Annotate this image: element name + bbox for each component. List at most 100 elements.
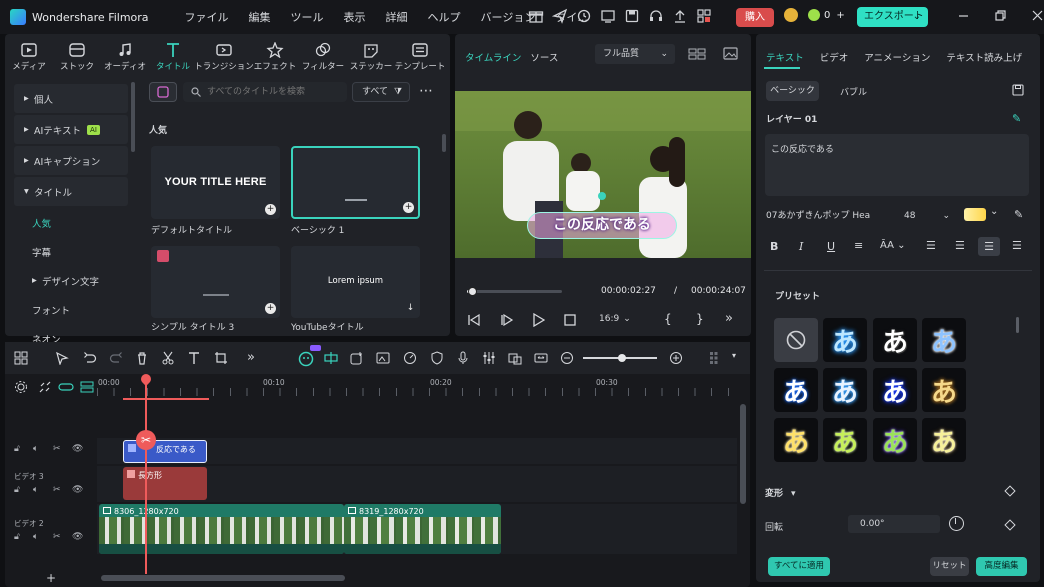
upload-icon[interactable]	[672, 8, 688, 24]
playback-progress[interactable]	[467, 287, 562, 296]
underline-icon[interactable]: U	[827, 240, 835, 253]
mute-link-icon[interactable]: ✂︎	[53, 532, 61, 542]
tab-filter[interactable]: フィルター	[299, 34, 347, 72]
volume-icon[interactable]: 🔈︎	[33, 485, 38, 495]
redo-icon[interactable]	[109, 351, 123, 365]
image-edit-icon[interactable]	[376, 351, 390, 365]
ai-face-icon[interactable]	[298, 351, 314, 367]
screen-icon[interactable]	[600, 8, 616, 24]
rotate-handle[interactable]	[598, 192, 606, 200]
bold-icon[interactable]: B	[770, 240, 778, 253]
send-icon[interactable]	[552, 8, 568, 24]
search-input[interactable]	[207, 85, 343, 99]
tab-text[interactable]: テキスト	[766, 50, 804, 64]
title-thumb-simple-3[interactable]: +	[151, 246, 280, 318]
more-options-icon[interactable]: ⋯	[419, 84, 433, 98]
font-dropdown[interactable]: 07あかずきんポップ Hea	[766, 207, 892, 225]
track-settings-icon[interactable]	[14, 380, 28, 394]
text-color-picker[interactable]: ⌄	[964, 206, 1000, 222]
lock-icon[interactable]: 🔓︎	[14, 532, 20, 542]
split-track-icon[interactable]	[324, 351, 338, 365]
zoom-in-icon[interactable]	[669, 351, 683, 365]
add-icon[interactable]: +	[265, 303, 276, 314]
layout-grid-icon[interactable]	[688, 48, 706, 60]
preset-style-11[interactable]: あ	[922, 418, 966, 462]
menu-edit[interactable]: 編集	[239, 9, 281, 25]
replace-icon[interactable]	[508, 351, 522, 365]
grid-apps-icon[interactable]	[696, 8, 712, 24]
eye-icon[interactable]: 👁︎	[72, 444, 83, 454]
font-size-dropdown[interactable]: 48 ⌄	[904, 207, 950, 225]
tab-sticker[interactable]: ステッカー	[347, 34, 395, 72]
title-thumb-basic-1[interactable]: +	[291, 146, 420, 219]
sidebar-item-ai-text[interactable]: ▸ AIテキスト AI	[14, 115, 128, 144]
tab-timeline[interactable]: タイムライン	[465, 53, 521, 64]
mark-in-icon[interactable]: {	[664, 312, 672, 326]
volume-icon[interactable]: 🔈︎	[33, 532, 38, 542]
italic-icon[interactable]: I	[799, 240, 803, 253]
download-icon[interactable]: ↓	[405, 303, 416, 314]
progress-knob[interactable]	[467, 287, 477, 296]
more-tools-icon[interactable]: »	[247, 351, 261, 365]
preset-style-5[interactable]: あ	[823, 368, 867, 412]
play-icon[interactable]	[533, 313, 545, 327]
restore-icon[interactable]	[995, 10, 1006, 21]
speed-icon[interactable]	[403, 351, 417, 365]
timeline-vertical-scrollbar[interactable]	[740, 404, 746, 504]
sidebar-item-title[interactable]: ▾ タイトル	[14, 177, 128, 206]
line-spacing-icon[interactable]: ≡	[854, 239, 863, 252]
mute-link-icon[interactable]: ✂︎	[53, 485, 61, 495]
rotate-dial[interactable]	[949, 516, 964, 531]
preset-style-6[interactable]: あ	[873, 368, 917, 412]
shield-icon[interactable]	[430, 351, 444, 365]
rotate-keyframe-icon[interactable]	[1004, 519, 1016, 531]
time-ruler[interactable]: 00:00 00:10 00:20 00:30	[97, 374, 739, 400]
save-icon[interactable]	[624, 8, 640, 24]
title-thumb-youtube[interactable]: Lorem ipsum ↓	[291, 246, 420, 318]
video-preview[interactable]: この反応である	[455, 91, 751, 258]
chevron-down-icon[interactable]: ▾	[732, 351, 736, 360]
crop-icon[interactable]	[214, 351, 228, 365]
volume-icon[interactable]: 🔈︎	[33, 444, 38, 454]
preset-style-8[interactable]: あ	[774, 418, 818, 462]
sidebar-item-design-text[interactable]: ▸ デザイン文字	[10, 266, 132, 295]
sidebar-item-personal[interactable]: ▸ 個人	[14, 84, 128, 113]
add-icon[interactable]: +	[403, 202, 414, 213]
buy-button[interactable]: 購入	[736, 8, 774, 27]
timeline-horizontal-scrollbar[interactable]	[101, 575, 345, 581]
split-scissors-icon[interactable]: ✂	[136, 430, 156, 450]
mark-out-icon[interactable]: }	[696, 312, 704, 326]
justify-icon[interactable]: ☰	[1012, 239, 1022, 252]
next-frame-icon[interactable]	[500, 314, 514, 326]
zoom-slider[interactable]	[583, 354, 657, 362]
preset-style-7[interactable]: あ	[922, 368, 966, 412]
close-icon[interactable]	[1032, 10, 1043, 21]
export-button[interactable]: エクスポート ⌄	[857, 7, 928, 27]
preset-none[interactable]	[774, 318, 818, 362]
zoom-knob[interactable]	[618, 354, 626, 362]
preset-style-4[interactable]: あ	[774, 368, 818, 412]
mute-link-icon[interactable]: ✂︎	[53, 444, 61, 454]
select-tool-icon[interactable]	[55, 351, 69, 365]
align-right-icon[interactable]: ☰	[955, 239, 965, 252]
sidebar-item-ai-caption[interactable]: ▸ AIキャプション	[14, 146, 128, 175]
video-clip-8306[interactable]: 8306_1280x720	[99, 504, 344, 554]
tab-stock[interactable]: ストック	[53, 34, 101, 72]
refresh-icon[interactable]	[576, 8, 592, 24]
link-clips-icon[interactable]	[58, 380, 74, 394]
credit-counter[interactable]: 0 +	[784, 8, 845, 22]
tab-media[interactable]: メディア	[5, 34, 53, 72]
sidebar-item-popular[interactable]: 人気	[10, 208, 132, 237]
tab-title[interactable]: タイトル	[149, 34, 197, 72]
work-area-bar[interactable]	[123, 398, 209, 400]
align-left-icon[interactable]: ☰	[926, 239, 936, 252]
gift-icon[interactable]	[528, 8, 544, 24]
menu-view[interactable]: 表示	[334, 9, 376, 25]
transform-label[interactable]: 変形 ▾	[765, 486, 796, 499]
align-center-icon[interactable]: ☰	[978, 237, 1000, 256]
lock-icon[interactable]: 🔓︎	[14, 444, 20, 454]
unlink-icon[interactable]	[38, 380, 52, 394]
tab-template[interactable]: テンプレート	[395, 34, 445, 72]
subtab-basic[interactable]: ベーシック	[766, 81, 819, 101]
library-scrollbar[interactable]	[442, 134, 446, 152]
